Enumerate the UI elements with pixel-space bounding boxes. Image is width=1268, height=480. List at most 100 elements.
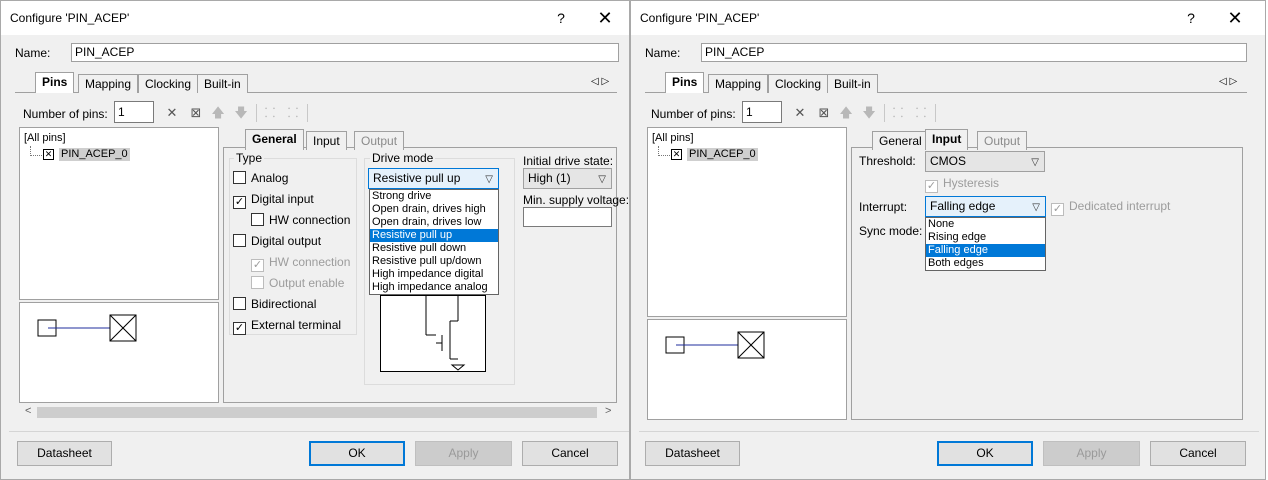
group-pins-icon[interactable]: ⸬ xyxy=(890,105,906,121)
drive-mode-option[interactable]: Resistive pull up xyxy=(370,229,498,242)
tree-item-pin[interactable]: PIN_ACEP_0 xyxy=(59,148,130,161)
dedicated-interrupt-label: Dedicated interrupt xyxy=(1069,199,1171,213)
help-button[interactable]: ? xyxy=(551,7,571,29)
scroll-thumb[interactable] xyxy=(37,407,597,418)
tab-mapping[interactable]: Mapping xyxy=(708,74,769,93)
type-option-checkbox[interactable]: Output enable xyxy=(251,276,344,290)
datasheet-button[interactable]: Datasheet xyxy=(645,441,740,466)
tree-root-all-pins[interactable]: [All pins] xyxy=(24,132,66,144)
tab-pins[interactable]: Pins xyxy=(35,72,75,93)
type-option-checkbox[interactable]: Bidirectional xyxy=(233,297,316,311)
select-pin-icon[interactable]: ⊠ xyxy=(188,105,204,121)
type-option-checkbox[interactable]: ✓ External terminal xyxy=(233,318,341,335)
group-pins-icon[interactable]: ⸬ xyxy=(262,105,278,121)
threshold-select[interactable]: CMOS ▽ xyxy=(925,151,1045,172)
interrupt-option[interactable]: Rising edge xyxy=(926,231,1045,244)
apply-button[interactable]: Apply xyxy=(1043,441,1140,466)
tree-item-pin[interactable]: PIN_ACEP_0 xyxy=(687,148,758,161)
move-down-icon[interactable]: 🡇 xyxy=(861,105,877,121)
number-of-pins-input[interactable]: 1 xyxy=(742,101,782,123)
cancel-button[interactable]: Cancel xyxy=(522,441,618,466)
name-field[interactable]: PIN_ACEP xyxy=(71,43,619,62)
apply-button[interactable]: Apply xyxy=(415,441,512,466)
sync-mode-label: Sync mode: xyxy=(859,224,923,238)
horizontal-scrollbar[interactable]: < > xyxy=(19,404,617,421)
delete-pin-icon[interactable]: ✕ xyxy=(164,105,180,121)
ungroup-pins-icon[interactable]: ⸬ xyxy=(285,105,301,121)
tab-clocking[interactable]: Clocking xyxy=(768,74,829,93)
pin-symbol-preview xyxy=(19,302,219,403)
settings-panel xyxy=(851,147,1243,420)
hysteresis-checkbox[interactable]: ✓ Hysteresis xyxy=(925,176,999,193)
ok-button[interactable]: OK xyxy=(309,441,405,466)
tree-root-all-pins[interactable]: [All pins] xyxy=(652,132,694,144)
pin-tree[interactable]: [All pins] ✕ PIN_ACEP_0 xyxy=(647,127,847,317)
configure-dialog-left: Configure 'PIN_ACEP' ? ✕ Name: PIN_ACEP … xyxy=(0,0,630,480)
drive-mode-dropdown[interactable]: Strong drive Open drain, drives high Open … xyxy=(369,189,499,295)
type-option-checkbox[interactable]: Digital output xyxy=(233,234,321,248)
ungroup-pins-icon[interactable]: ⸬ xyxy=(913,105,929,121)
type-option-checkbox[interactable]: HW connection xyxy=(251,213,350,227)
scroll-left-icon[interactable]: < xyxy=(25,405,31,417)
min-supply-voltage-input[interactable] xyxy=(523,207,612,227)
interrupt-select[interactable]: Falling edge ▽ xyxy=(925,196,1046,217)
move-down-icon[interactable]: 🡇 xyxy=(233,105,249,121)
drive-mode-schematic xyxy=(380,295,486,372)
tab-pins[interactable]: Pins xyxy=(665,72,705,93)
datasheet-button[interactable]: Datasheet xyxy=(17,441,112,466)
tab-mapping[interactable]: Mapping xyxy=(78,74,139,93)
drive-mode-option[interactable]: Strong drive xyxy=(370,190,498,203)
interrupt-option[interactable]: Falling edge xyxy=(926,244,1045,257)
drive-mode-option[interactable]: Resistive pull down xyxy=(370,242,498,255)
subtab-general[interactable]: General xyxy=(872,131,929,150)
drive-mode-option[interactable]: High impedance analog xyxy=(370,281,498,294)
initial-drive-state-value: High (1) xyxy=(528,171,571,185)
close-button[interactable]: ✕ xyxy=(593,6,617,30)
drive-mode-select[interactable]: Resistive pull up ▽ xyxy=(368,168,499,189)
drive-mode-option[interactable]: High impedance digital xyxy=(370,268,498,281)
type-option-label: HW connection xyxy=(269,213,351,227)
select-pin-icon[interactable]: ⊠ xyxy=(816,105,832,121)
drive-mode-option[interactable]: Open drain, drives low xyxy=(370,216,498,229)
tab-scroll-arrows[interactable]: ◁ ▷ xyxy=(1219,76,1237,87)
checkbox-box: ✓ xyxy=(233,196,246,209)
subtab-input[interactable]: Input xyxy=(925,129,969,150)
move-up-icon[interactable]: 🡅 xyxy=(838,105,854,121)
number-of-pins-input[interactable]: 1 xyxy=(114,101,154,123)
pin-x-icon: ✕ xyxy=(43,149,54,160)
type-option-checkbox[interactable]: Analog xyxy=(233,171,288,185)
dedicated-interrupt-checkbox[interactable]: ✓ Dedicated interrupt xyxy=(1051,199,1170,216)
subtab-input[interactable]: Input xyxy=(306,131,347,150)
tab-clocking[interactable]: Clocking xyxy=(138,74,199,93)
name-field[interactable]: PIN_ACEP xyxy=(701,43,1247,62)
scroll-right-icon[interactable]: > xyxy=(605,405,611,417)
tab-built-in[interactable]: Built-in xyxy=(197,74,248,93)
type-option-checkbox[interactable]: ✓ Digital input xyxy=(233,192,314,209)
pin-symbol-graphic xyxy=(37,314,137,342)
help-button[interactable]: ? xyxy=(1181,7,1201,29)
drive-mode-title: Drive mode xyxy=(370,151,436,165)
initial-drive-state-select[interactable]: High (1) ▽ xyxy=(523,168,612,189)
subtab-general[interactable]: General xyxy=(245,129,304,150)
interrupt-option[interactable]: Both edges xyxy=(926,257,1045,270)
tab-built-in[interactable]: Built-in xyxy=(827,74,878,93)
subtab-output[interactable]: Output xyxy=(354,131,405,150)
footer-divider xyxy=(639,431,1259,432)
subtab-output[interactable]: Output xyxy=(977,131,1028,150)
drive-mode-option[interactable]: Resistive pull up/down xyxy=(370,255,498,268)
delete-pin-icon[interactable]: ✕ xyxy=(792,105,808,121)
checkbox-box: ✓ xyxy=(925,180,938,193)
checkbox-box xyxy=(233,297,246,310)
type-option-checkbox[interactable]: ✓ HW connection xyxy=(251,255,350,272)
interrupt-option[interactable]: None xyxy=(926,218,1045,231)
pin-tree[interactable]: [All pins] ✕ PIN_ACEP_0 xyxy=(19,127,219,300)
cancel-button[interactable]: Cancel xyxy=(1150,441,1246,466)
number-of-pins-label: Number of pins: xyxy=(651,107,736,121)
footer-divider xyxy=(9,431,629,432)
ok-button[interactable]: OK xyxy=(937,441,1033,466)
interrupt-dropdown[interactable]: None Rising edge Falling edge Both edges xyxy=(925,217,1046,271)
move-up-icon[interactable]: 🡅 xyxy=(210,105,226,121)
tab-scroll-arrows[interactable]: ◁ ▷ xyxy=(591,76,609,87)
drive-mode-option[interactable]: Open drain, drives high xyxy=(370,203,498,216)
close-button[interactable]: ✕ xyxy=(1223,6,1247,30)
